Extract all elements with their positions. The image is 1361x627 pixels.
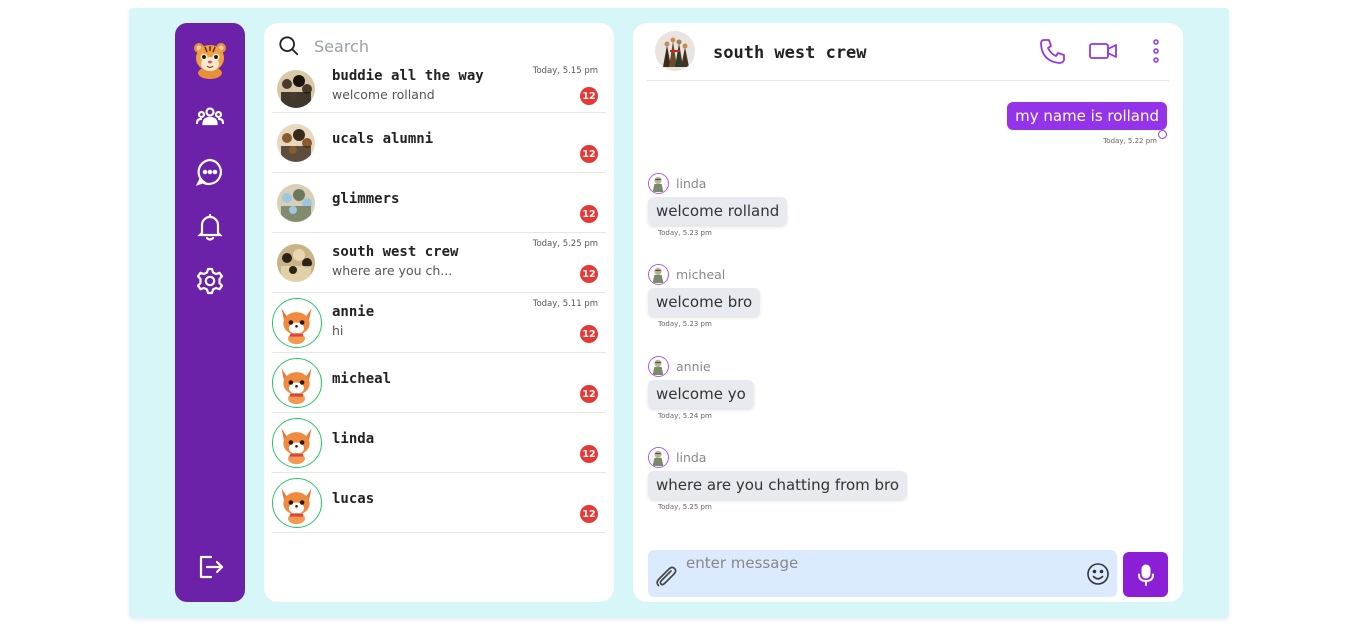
gear-icon[interactable]	[194, 265, 226, 297]
chat-list-panel: buddie all the way welcome rolland Today, …	[264, 23, 614, 602]
unread-badge: 12	[580, 145, 598, 163]
chat-bubble-icon[interactable]	[194, 156, 226, 188]
chat-preview: welcome rolland	[332, 87, 435, 102]
sender-avatar	[648, 355, 669, 377]
sender-row: linda	[648, 446, 907, 468]
microphone-icon	[1137, 564, 1154, 586]
sidebar-rail	[175, 23, 245, 602]
search-icon[interactable]	[278, 35, 300, 57]
bell-icon[interactable]	[194, 211, 226, 243]
paperclip-icon[interactable]	[652, 563, 678, 589]
chat-time: Today, 5.15 pm	[532, 66, 598, 76]
read-receipt-icon	[1158, 130, 1167, 139]
logout-icon[interactable]	[194, 551, 226, 583]
sender-name: micheal	[676, 266, 726, 282]
incoming-message-bubble: welcome rolland	[648, 197, 788, 225]
conversation-title: south west crew	[713, 43, 867, 63]
unread-badge: 12	[580, 205, 598, 223]
unread-badge: 12	[580, 505, 598, 523]
chat-preview: hi	[332, 323, 344, 338]
sender-row: linda	[648, 172, 787, 194]
chat-list: buddie all the way welcome rolland Today, …	[272, 65, 606, 533]
chat-name: linda	[332, 431, 375, 447]
sender-name: linda	[676, 449, 707, 465]
conversation-panel: south west crew my name is rolland Today…	[633, 23, 1183, 602]
unread-badge: 12	[580, 325, 598, 343]
phone-icon[interactable]	[1036, 36, 1070, 66]
message-input[interactable]	[686, 552, 1076, 574]
more-vertical-icon[interactable]	[1149, 36, 1163, 66]
chat-list-item[interactable]: annie hi Today, 5.11 pm 12	[272, 293, 606, 353]
avatar	[272, 357, 322, 408]
chat-list-item[interactable]: linda 12	[272, 413, 606, 473]
sender-row: micheal	[648, 263, 760, 285]
unread-badge: 12	[580, 445, 598, 463]
unread-badge: 12	[580, 87, 598, 105]
group-avatar[interactable]	[655, 31, 695, 71]
incoming-message-time: Today, 5.24 pm	[658, 412, 712, 420]
avatar	[277, 243, 315, 282]
chat-name: south west crew	[332, 244, 459, 260]
incoming-message-time: Today, 5.25 pm	[658, 503, 712, 511]
incoming-message: linda welcome rolland Today, 5.23 pm	[648, 172, 788, 237]
chat-list-item[interactable]: lucas 12	[272, 473, 606, 533]
incoming-message: annie welcome yo Today, 5.24 pm	[648, 355, 754, 420]
chat-preview: where are you ch...	[332, 263, 453, 278]
avatar	[277, 69, 315, 108]
message-composer	[648, 550, 1117, 597]
avatar	[272, 297, 322, 348]
tiger-avatar-icon[interactable]	[191, 39, 229, 79]
avatar	[272, 417, 322, 468]
conversation-header: south west crew	[647, 23, 1169, 81]
chat-name: annie	[332, 304, 375, 320]
chat-list-item[interactable]: micheal 12	[272, 353, 606, 413]
chat-name: glimmers	[332, 191, 400, 207]
smiley-icon[interactable]	[1086, 562, 1110, 586]
outgoing-message-bubble: my name is rolland	[1007, 102, 1167, 130]
incoming-message-bubble: welcome yo	[648, 380, 754, 408]
sender-avatar	[648, 446, 669, 468]
search-input[interactable]	[314, 36, 574, 56]
avatar	[272, 477, 322, 528]
incoming-message: linda where are you chatting from bro Toda…	[648, 446, 908, 511]
avatar	[277, 183, 315, 222]
chat-list-item[interactable]: south west crew where are you ch... Today,…	[272, 233, 606, 293]
incoming-message-time: Today, 5.23 pm	[658, 320, 712, 328]
incoming-message: micheal welcome bro Today, 5.23 pm	[648, 263, 761, 328]
chat-list-item[interactable]: ucals alumni 12	[272, 113, 606, 173]
users-group-icon[interactable]	[194, 101, 226, 133]
sender-row: annie	[648, 355, 754, 377]
incoming-message-time: Today, 5.23 pm	[658, 229, 712, 237]
chat-name: lucas	[332, 491, 375, 507]
unread-badge: 12	[580, 265, 598, 283]
chat-name: ucals alumni	[332, 131, 434, 147]
chat-time: Today, 5.25 pm	[532, 239, 598, 249]
microphone-button[interactable]	[1123, 552, 1168, 597]
search-bar	[278, 33, 598, 59]
sender-name: linda	[676, 175, 707, 191]
video-camera-icon[interactable]	[1088, 36, 1118, 66]
sender-name: annie	[676, 358, 711, 374]
sender-avatar	[648, 263, 669, 285]
sender-avatar	[648, 172, 669, 194]
unread-badge: 12	[580, 385, 598, 403]
avatar	[277, 123, 315, 162]
chat-time: Today, 5.11 pm	[532, 299, 598, 309]
chat-name: buddie all the way	[332, 68, 484, 84]
chat-list-item[interactable]: glimmers 12	[272, 173, 606, 233]
incoming-message-bubble: where are you chatting from bro	[648, 471, 908, 499]
chat-name: micheal	[332, 371, 392, 387]
incoming-message-bubble: welcome bro	[648, 288, 761, 316]
outgoing-message-time: Today, 5.22 pm	[1103, 137, 1157, 145]
chat-list-item[interactable]: buddie all the way welcome rolland Today, …	[272, 65, 606, 113]
